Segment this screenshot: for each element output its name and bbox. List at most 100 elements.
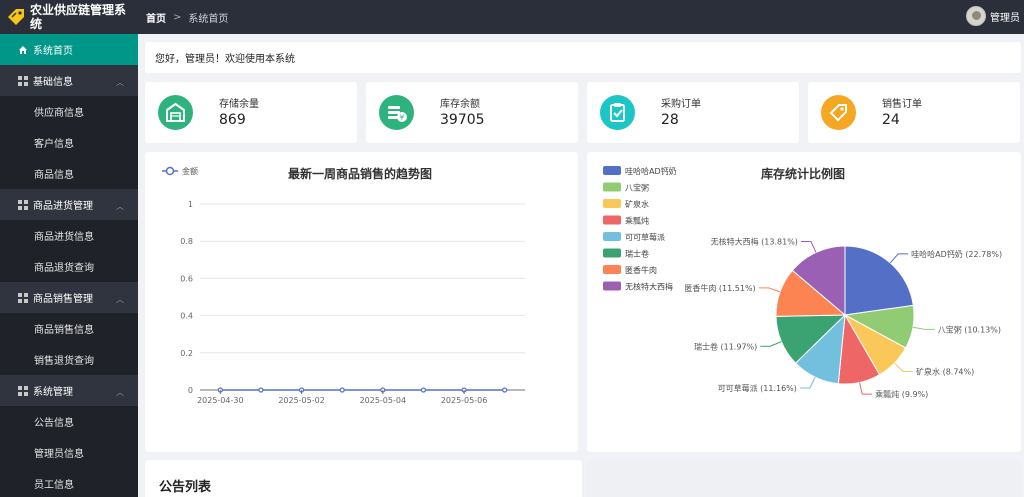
sidebar-group-label: 商品进货管理 xyxy=(33,201,93,212)
sidebar-group-purchase[interactable]: 商品进货管理 ︿ xyxy=(0,189,138,220)
y-tick-label: 0.6 xyxy=(180,274,193,283)
sidebar: 系统首页 基础信息 ︿ 供应商信息 客户信息 商品信息 商品进货管理 ︿ 商品进… xyxy=(0,34,138,497)
sidebar-item-sales-info[interactable]: 商品销售信息 xyxy=(0,313,138,344)
sidebar-item-purchase-info[interactable]: 商品进货信息 xyxy=(0,220,138,251)
data-point[interactable] xyxy=(258,387,264,393)
price-tag-logo-icon xyxy=(8,9,24,25)
label-leader-line xyxy=(912,326,935,330)
slice-label: 匿香牛肉 (11.51%) xyxy=(684,283,755,293)
legend-label: 乘瓢炖 xyxy=(625,216,649,226)
legend-label: 八宝粥 xyxy=(625,183,649,193)
stat-label: 库存余额 xyxy=(440,99,480,110)
slice-label: 瑞士卷 (11.97%) xyxy=(694,341,757,351)
legend-item[interactable]: 八宝粥 xyxy=(603,182,649,193)
stat-card-storage: 存储余量 869 xyxy=(145,82,357,143)
legend-label: 可可草莓派 xyxy=(625,232,665,242)
breadcrumb: 首页 > 系统首页 xyxy=(138,10,228,25)
legend-swatch xyxy=(603,232,621,241)
legend-swatch xyxy=(603,182,621,192)
avatar xyxy=(966,6,986,26)
sidebar-item-admin[interactable]: 管理员信息 xyxy=(0,437,138,468)
legend-marker xyxy=(165,166,175,176)
legend-item[interactable]: 哇哈哈AD钙奶 xyxy=(603,166,677,176)
home-icon xyxy=(19,45,27,54)
legend-item[interactable]: 匿香牛肉 xyxy=(603,265,657,275)
chevron-up-icon: ︿ xyxy=(116,202,124,211)
coins-icon: ¥ xyxy=(379,95,414,130)
legend-label: 金额 xyxy=(182,166,198,176)
stat-value: 869 xyxy=(219,112,246,128)
sidebar-item-purchase-return[interactable]: 商品退货查询 xyxy=(0,251,138,282)
sidebar-item-supplier[interactable]: 供应商信息 xyxy=(0,96,138,127)
pie-chart: 哇哈哈AD钙奶八宝粥矿泉水乘瓢炖可可草莓派瑞士卷匿香牛肉无核特大西梅 哇哈哈AD钙… xyxy=(603,166,1002,399)
slice-label: 矿泉水 (8.74%) xyxy=(916,366,974,376)
y-tick-label: 0 xyxy=(188,386,193,395)
legend-item[interactable]: 矿泉水 xyxy=(603,199,649,209)
legend-label: 匿香牛肉 xyxy=(625,265,657,275)
legend-item[interactable]: 无核特大西梅 xyxy=(603,281,673,292)
sidebar-group-label: 基础信息 xyxy=(33,77,73,88)
grid-icon xyxy=(18,199,28,210)
chevron-up-icon: ︿ xyxy=(116,388,124,397)
grid-icon xyxy=(18,292,28,303)
legend-label: 瑞士卷 xyxy=(625,249,649,259)
legend-swatch xyxy=(603,199,621,208)
sidebar-item-home[interactable]: 系统首页 xyxy=(0,34,138,65)
price-tag-icon xyxy=(821,95,856,130)
chevron-right-icon: > xyxy=(173,11,182,23)
slice-label: 无核特大西梅 (13.81%) xyxy=(711,237,798,247)
chevron-up-icon: ︿ xyxy=(116,295,124,304)
stat-label: 存储余量 xyxy=(219,99,259,110)
sidebar-item-sales-return[interactable]: 销售退货查询 xyxy=(0,344,138,375)
inventory-ratio-panel: 库存统计比例图 哇哈哈AD钙奶 八宝粥 矿泉水 乘瓢炖 可可草莓派 瑞士卷 匿香牛肉 无核特大… xyxy=(587,152,1021,452)
svg-text:¥: ¥ xyxy=(400,114,405,122)
sidebar-item-label: 系统首页 xyxy=(33,46,73,57)
data-point[interactable] xyxy=(502,387,508,393)
label-leader-line xyxy=(799,376,816,389)
sidebar-group-basic[interactable]: 基础信息 ︿ xyxy=(0,65,138,96)
sidebar-group-system[interactable]: 系统管理 ︿ xyxy=(0,375,138,406)
data-point[interactable] xyxy=(420,387,427,393)
label-leader-line xyxy=(894,362,914,372)
legend-item[interactable]: 金额 xyxy=(162,166,198,176)
welcome-banner: 您好，管理员！欢迎使用本系统 xyxy=(145,42,1021,73)
legend-swatch xyxy=(603,248,621,258)
stat-value: 24 xyxy=(882,112,900,128)
breadcrumb-current: 系统首页 xyxy=(188,13,229,25)
slice-label: 可可草莓派 (11.16%) xyxy=(718,383,797,393)
slice-label: 八宝粥 (10.13%) xyxy=(938,324,1001,334)
label-leader-line xyxy=(760,341,782,347)
stat-label: 采购订单 xyxy=(661,99,701,110)
label-leader-line xyxy=(800,241,817,253)
blank-panel xyxy=(587,460,1021,497)
sidebar-group-label: 商品销售管理 xyxy=(33,294,93,305)
user-name: 管理员 xyxy=(990,12,1020,24)
sidebar-item-customer[interactable]: 客户信息 xyxy=(0,127,138,158)
grid-icon xyxy=(18,75,28,86)
sales-trend-panel: 最新一周商品销售的趋势图 金额 1 0.8 0.6 0.4 0.2 0 2025-04-30 2… xyxy=(145,152,578,452)
stat-card-purchase-orders: 采购订单 28 xyxy=(587,82,799,143)
y-tick-label: 0.2 xyxy=(180,349,193,358)
legend-item[interactable]: 可可草莓派 xyxy=(603,232,665,242)
notice-panel: 公告列表 xyxy=(145,460,582,497)
pie-slice[interactable] xyxy=(844,245,914,316)
y-tick-label: 0.8 xyxy=(180,237,193,246)
sidebar-item-staff[interactable]: 员工信息 xyxy=(0,468,138,497)
sidebar-group-sales[interactable]: 商品销售管理 ︿ xyxy=(0,282,138,313)
sidebar-group-label: 系统管理 xyxy=(33,387,73,398)
x-tick-label: 2025-04-30 xyxy=(197,396,244,405)
breadcrumb-home[interactable]: 首页 xyxy=(146,10,166,25)
chevron-up-icon: ︿ xyxy=(116,78,124,87)
warehouse-icon xyxy=(158,95,193,130)
legend-label: 无核特大西梅 xyxy=(625,282,673,292)
legend-label: 哇哈哈AD钙奶 xyxy=(625,166,677,176)
legend-item[interactable]: 瑞士卷 xyxy=(603,248,649,259)
stat-label: 销售订单 xyxy=(882,99,922,110)
data-point[interactable] xyxy=(339,387,345,393)
sidebar-item-product[interactable]: 商品信息 xyxy=(0,158,138,189)
sidebar-item-notice[interactable]: 公告信息 xyxy=(0,406,138,437)
brand[interactable]: 农业供应链管理系统 xyxy=(0,0,138,34)
user-menu[interactable]: 管理员 xyxy=(966,6,1020,26)
legend-item[interactable]: 乘瓢炖 xyxy=(603,215,649,226)
x-tick-label: 2025-05-06 xyxy=(441,396,488,405)
